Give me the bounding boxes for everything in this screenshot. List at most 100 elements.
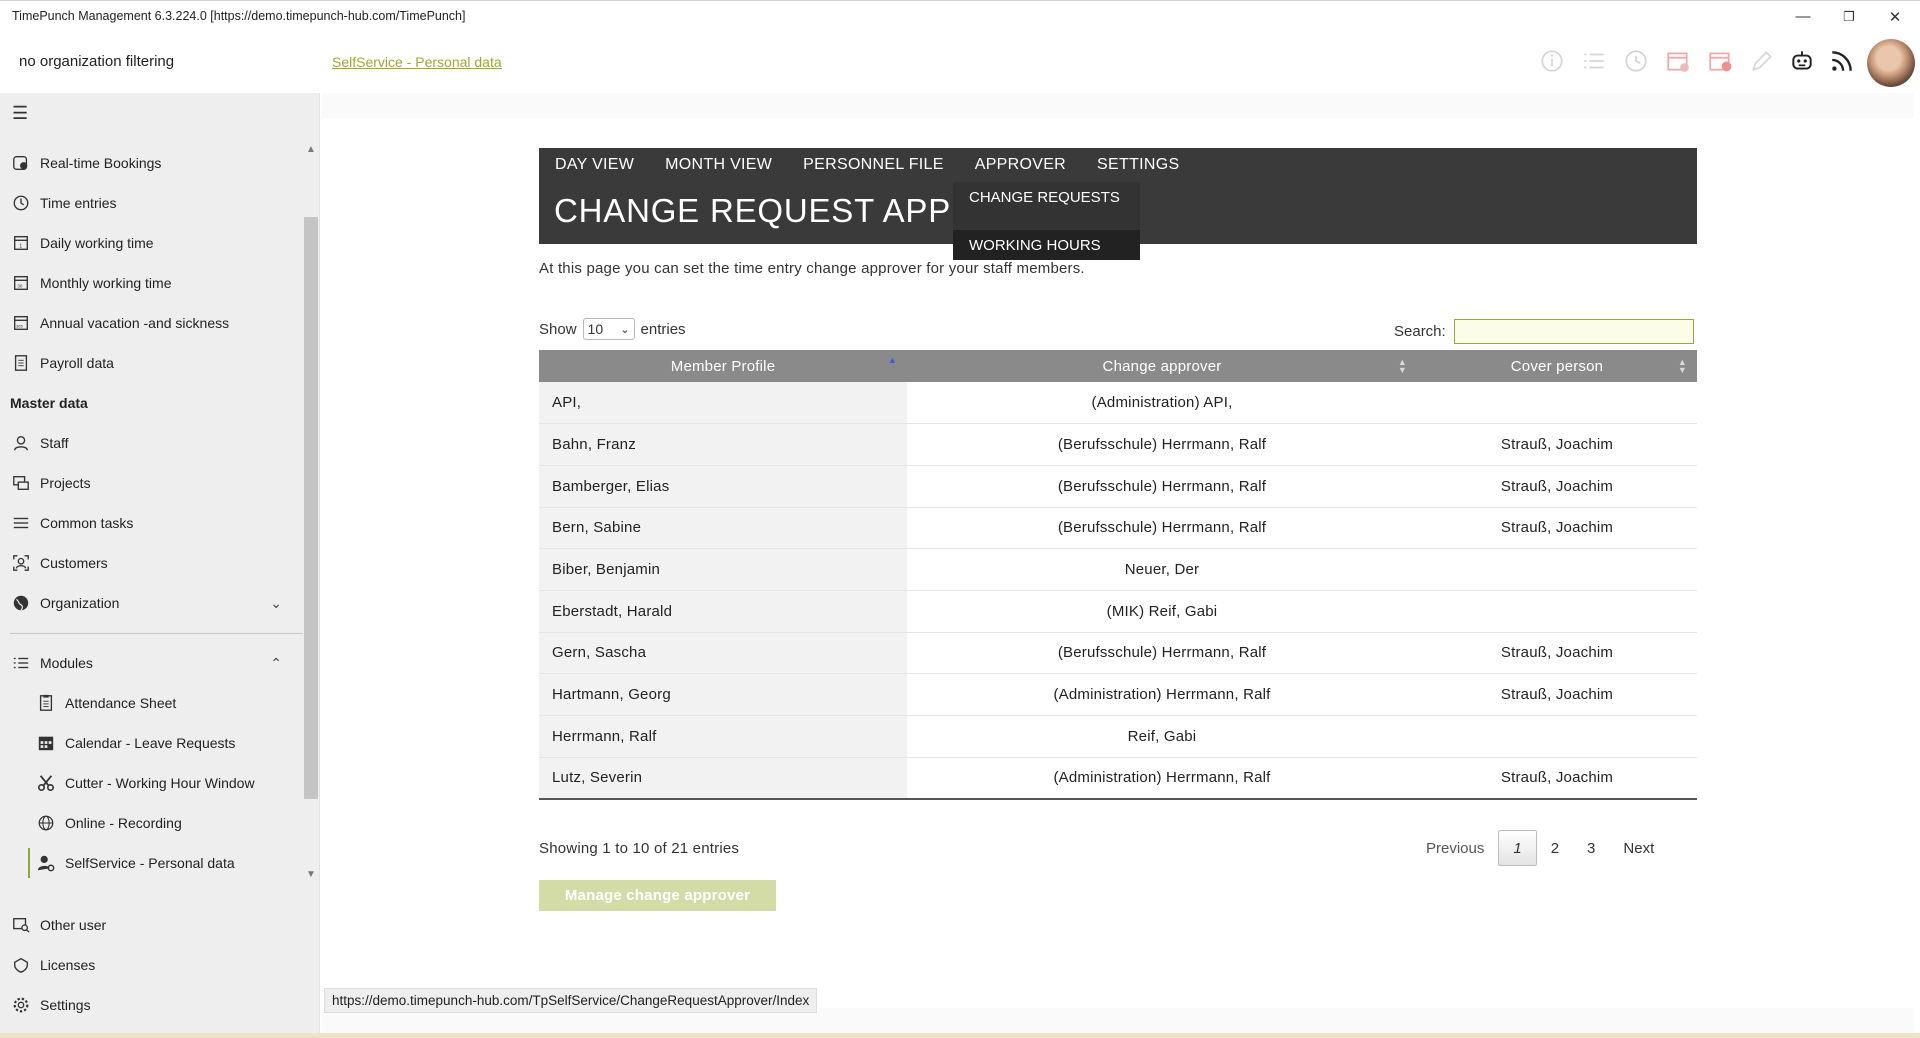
sidebar-item-monthly-working-time[interactable]: 30 Monthly working time (0, 266, 300, 300)
pagination-next[interactable]: Next (1609, 830, 1668, 866)
sort-icon: ▲ ▼ (1397, 357, 1407, 375)
sidebar-item-modules[interactable]: Modules ⌃ (0, 646, 300, 680)
sort-asc-icon: ▲ (887, 355, 897, 365)
menu-item-working-hours[interactable]: WORKING HOURS (953, 230, 1140, 260)
search-input[interactable] (1453, 319, 1694, 344)
sidebar-item-label: Time entries (40, 195, 117, 211)
table-row[interactable]: Bahn, Franz (Berufsschule) Herrmann, Ralf… (539, 423, 1697, 466)
column-header-member-profile[interactable]: Member Profile ▲ (539, 350, 907, 382)
sidebar-item-attendance-sheet[interactable]: Attendance Sheet (0, 686, 300, 720)
table-row[interactable]: Biber, Benjamin Neuer, Der (539, 548, 1697, 591)
sidebar-item-organization[interactable]: Organization ⌄ (0, 586, 300, 620)
avatar[interactable] (1867, 39, 1915, 87)
table-row[interactable]: Eberstadt, Harald (MIK) Reif, Gabi (539, 590, 1697, 633)
approver-cell: (Berufsschule) Herrmann, Ralf (907, 632, 1417, 675)
tab-month-view[interactable]: MONTH VIEW (665, 156, 772, 174)
table-row[interactable]: Bamberger, Elias (Berufsschule) Herrmann,… (539, 465, 1697, 508)
sidebar-item-realtime-bookings[interactable]: Real-time Bookings (0, 146, 300, 180)
table-header-row: Member Profile ▲ Change approver ▲ ▼ Cove… (539, 350, 1697, 382)
scroll-up-icon[interactable]: ▲ (304, 142, 318, 156)
sidebar-item-label: Calendar - Leave Requests (65, 735, 236, 751)
sidebar-item-label: Cutter - Working Hour Window (65, 775, 255, 791)
calendar-icon[interactable] (1662, 45, 1694, 77)
manage-change-approver-button[interactable]: Manage change approver (539, 880, 776, 911)
pagination-previous[interactable]: Previous (1412, 830, 1498, 866)
list-icon[interactable] (1578, 45, 1610, 77)
sidebar-item-common-tasks[interactable]: Common tasks (0, 506, 300, 540)
table-info: Showing 1 to 10 of 21 entries (539, 840, 740, 857)
table-row[interactable]: API, (Administration) API, (539, 382, 1697, 425)
sidebar-item-staff[interactable]: Staff (0, 426, 300, 460)
sidebar-item-payroll-data[interactable]: Payroll data (0, 346, 300, 380)
web-icon (36, 813, 56, 833)
approver-cell: (MIK) Reif, Gabi (907, 590, 1417, 633)
pencil-icon[interactable] (1746, 45, 1778, 77)
hamburger-menu-icon[interactable]: ☰ (12, 103, 28, 124)
app-header: no organization filtering SelfService - … (0, 31, 1920, 93)
entries-label: entries (640, 320, 686, 338)
sidebar-item-projects[interactable]: Projects (0, 466, 300, 500)
column-header-change-approver[interactable]: Change approver ▲ ▼ (907, 350, 1417, 382)
chevron-up-icon[interactable]: ⌃ (270, 655, 282, 672)
calendar-alert-icon[interactable] (1704, 45, 1736, 77)
table-row[interactable]: Gern, Sascha (Berufsschule) Herrmann, Ral… (539, 632, 1697, 675)
pagination-page-1[interactable]: 1 (1498, 830, 1537, 866)
tab-approver[interactable]: APPROVER (975, 156, 1066, 174)
sidebar-item-time-entries[interactable]: Time entries (0, 186, 300, 220)
tab-settings[interactable]: SETTINGS (1097, 156, 1179, 174)
top-navigation: DAY VIEW MONTH VIEW PERSONNEL FILE APPRO… (539, 148, 1697, 182)
clock-badge-icon (11, 153, 31, 173)
table-row[interactable]: Hartmann, Georg (Administration) Herrmann… (539, 673, 1697, 716)
member-cell: Bern, Sabine (539, 507, 907, 550)
column-header-cover-person[interactable]: Cover person ▲ ▼ (1417, 350, 1697, 382)
customers-icon (11, 553, 31, 573)
sidebar-scrollbar-thumb[interactable] (304, 217, 318, 799)
breadcrumb-link[interactable]: SelfService - Personal data (332, 54, 502, 70)
sidebar-item-selfservice[interactable]: SelfService - Personal data (0, 846, 300, 880)
table-row[interactable]: Bern, Sabine (Berufsschule) Herrmann, Ral… (539, 507, 1697, 550)
table-row[interactable]: Lutz, Severin (Administration) Herrmann, … (539, 757, 1697, 800)
sidebar-item-label: Staff (40, 435, 69, 451)
chevron-down-icon[interactable]: ⌄ (270, 595, 282, 612)
sidebar-item-cutter[interactable]: Cutter - Working Hour Window (0, 766, 300, 800)
sidebar-item-licenses[interactable]: Licenses (0, 948, 300, 982)
minimize-button[interactable]: — (1782, 1, 1824, 32)
menu-item-change-requests[interactable]: CHANGE REQUESTS (953, 182, 1140, 230)
robot-icon[interactable] (1786, 45, 1818, 77)
approver-cell: (Administration) Herrmann, Ralf (907, 673, 1417, 716)
cover-cell (1417, 590, 1697, 633)
cover-cell: Strauß, Joachim (1417, 465, 1697, 508)
sidebar-item-online-recording[interactable]: Online - Recording (0, 806, 300, 840)
approver-cell: (Berufsschule) Herrmann, Ralf (907, 423, 1417, 466)
approver-cell: Neuer, Der (907, 548, 1417, 591)
sidebar-item-label: Payroll data (40, 355, 114, 371)
page-length-select[interactable]: 10 ⌄ (582, 318, 635, 340)
sidebar-item-annual-vacation[interactable]: 365 Annual vacation -and sickness (0, 306, 300, 340)
table-row[interactable]: Herrmann, Ralf Reif, Gabi (539, 715, 1697, 758)
scroll-down-icon[interactable]: ▼ (304, 867, 318, 881)
attendance-icon (36, 693, 56, 713)
tab-day-view[interactable]: DAY VIEW (555, 156, 634, 174)
close-button[interactable]: ✕ (1874, 1, 1916, 32)
sidebar-item-label: Settings (40, 997, 91, 1013)
sidebar-item-customers[interactable]: Customers (0, 546, 300, 580)
rss-icon[interactable] (1826, 45, 1858, 77)
sidebar-item-label: Online - Recording (65, 815, 182, 831)
pagination-page-2[interactable]: 2 (1537, 830, 1573, 866)
sidebar-item-calendar-leave[interactable]: Calendar - Leave Requests (0, 726, 300, 760)
cover-cell: Strauß, Joachim (1417, 507, 1697, 550)
member-cell: Eberstadt, Harald (539, 590, 907, 633)
search-label: Search: (1394, 323, 1446, 340)
restore-button[interactable]: ❐ (1828, 1, 1870, 32)
pagination-page-3[interactable]: 3 (1573, 830, 1609, 866)
sidebar-item-other-user[interactable]: Other user (0, 908, 300, 942)
organization-filter[interactable]: no organization filtering (19, 53, 174, 70)
sidebar-item-settings[interactable]: Settings (0, 988, 300, 1022)
tab-personnel-file[interactable]: PERSONNEL FILE (803, 156, 944, 174)
bottom-strip (0, 1033, 1920, 1038)
sidebar-item-label: Customers (40, 555, 108, 571)
info-icon[interactable] (1536, 45, 1568, 77)
sidebar-item-daily-working-time[interactable]: 1 Daily working time (0, 226, 300, 260)
modules-list-icon (11, 653, 31, 673)
history-icon[interactable] (1620, 45, 1652, 77)
